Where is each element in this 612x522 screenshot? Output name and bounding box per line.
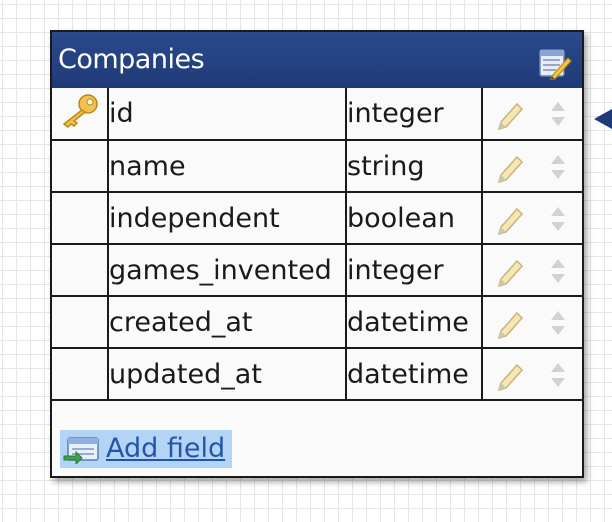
field-type: boolean [345, 191, 483, 245]
field-type: integer [345, 88, 483, 141]
field-actions [481, 88, 582, 141]
table-title-bar[interactable]: Companies [52, 32, 582, 88]
field-actions [481, 139, 582, 193]
pencil-icon[interactable] [495, 151, 527, 183]
field-name: id [107, 88, 347, 141]
field-row-independent[interactable]: independent boolean [52, 191, 582, 245]
field-name: name [107, 139, 347, 193]
add-field-link[interactable]: Add field [106, 433, 225, 464]
pencil-icon[interactable] [495, 359, 527, 391]
field-row-id[interactable]: id integer [52, 88, 582, 141]
drag-handle-icon[interactable] [549, 205, 567, 233]
fields-table: id integer name string independent boole… [52, 88, 582, 401]
drag-handle-icon[interactable] [549, 100, 567, 128]
field-actions [481, 191, 582, 245]
key-cell [52, 139, 109, 193]
add-field-icon [63, 437, 99, 464]
drag-handle-icon[interactable] [549, 361, 567, 389]
key-icon [62, 94, 98, 128]
field-type: integer [345, 243, 483, 297]
field-row-created-at[interactable]: created_at datetime [52, 295, 582, 349]
field-actions [481, 243, 582, 297]
table-title: Companies [58, 44, 205, 75]
field-type: datetime [345, 347, 483, 401]
drag-handle-icon[interactable] [549, 257, 567, 285]
add-field-button[interactable]: Add field [60, 430, 232, 468]
add-field-row: Add field [52, 422, 582, 476]
key-cell [52, 347, 109, 401]
key-cell [52, 191, 109, 245]
drag-handle-icon[interactable] [549, 153, 567, 181]
field-actions [481, 347, 582, 401]
field-name: independent [107, 191, 347, 245]
field-name: games_invented [107, 243, 347, 297]
pencil-icon[interactable] [495, 203, 527, 235]
key-cell [52, 243, 109, 297]
key-cell [52, 88, 109, 141]
field-type: datetime [345, 295, 483, 349]
field-actions [481, 295, 582, 349]
field-type: string [345, 139, 483, 193]
field-row-updated-at[interactable]: updated_at datetime [52, 347, 582, 401]
pencil-icon[interactable] [495, 255, 527, 287]
key-cell [52, 295, 109, 349]
table-card-companies: Companies id integer name string indepen… [50, 30, 584, 478]
field-row-games-invented[interactable]: games_invented integer [52, 243, 582, 297]
field-name: created_at [107, 295, 347, 349]
field-name: updated_at [107, 347, 347, 401]
pencil-icon[interactable] [495, 307, 527, 339]
drag-handle-icon[interactable] [549, 309, 567, 337]
edit-table-icon[interactable] [538, 46, 572, 80]
pencil-icon[interactable] [495, 98, 527, 130]
relation-arrow-icon [594, 109, 612, 129]
field-row-name[interactable]: name string [52, 139, 582, 193]
